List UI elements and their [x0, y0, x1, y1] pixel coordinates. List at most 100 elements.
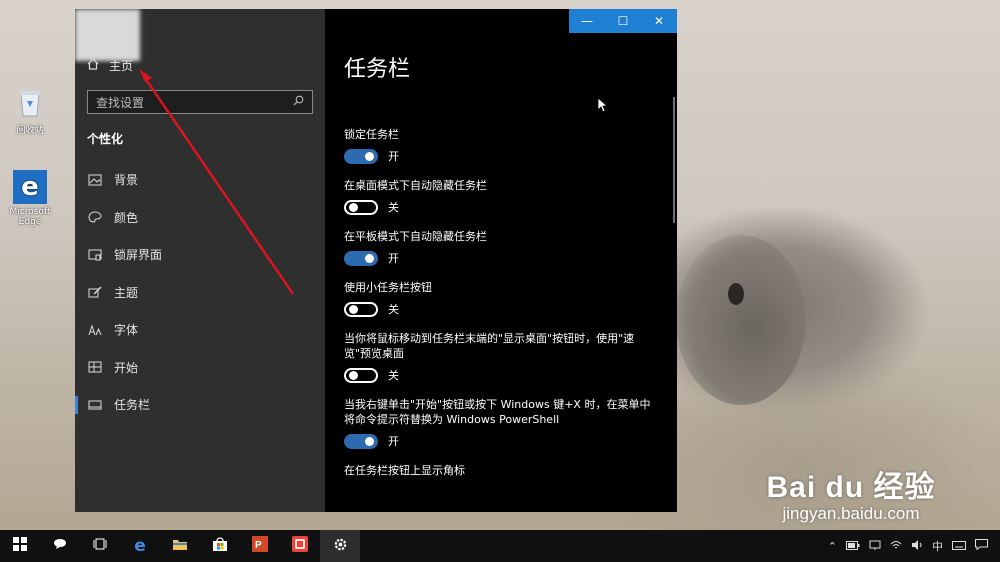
sidebar-item-lock-screen[interactable]: 锁屏界面 [75, 236, 325, 274]
setting-label: 在桌面模式下自动隐藏任务栏 [344, 179, 487, 192]
watermark-url: jingyan.baidu.com [782, 504, 920, 523]
autohide-tablet-toggle[interactable] [344, 250, 378, 266]
baidu-watermark: Bai du 经验 jingyan.baidu.com [756, 462, 946, 524]
desktop-icon-edge[interactable]: e Microsoft Edge [0, 170, 60, 227]
toggle-state-label: 关 [388, 303, 399, 316]
start-button[interactable] [0, 530, 40, 562]
store-bag-icon [212, 536, 228, 556]
battery-icon[interactable] [846, 540, 860, 553]
recycle-bin-icon [13, 86, 47, 120]
setting-small-buttons: 使用小任务栏按钮 关 [344, 280, 659, 317]
settings-sidebar: 主页 查找设置 个性化 背景 颜色 锁屏界面 主题 字体 开始 任务栏 [75, 9, 325, 512]
task-view-button[interactable] [80, 530, 120, 562]
keyboard-icon[interactable] [952, 540, 966, 553]
small-buttons-toggle[interactable] [344, 301, 378, 317]
edge-taskbar-button[interactable]: e [120, 530, 160, 562]
sidebar-item-label: 背景 [114, 173, 139, 188]
settings-content: — ☐ ✕ 任务栏 锁定任务栏 开 在桌面模式下自动隐藏任务栏 关 在平板模式下… [325, 9, 677, 512]
section-title: 个性化 [87, 132, 124, 146]
lock-taskbar-toggle[interactable] [344, 148, 378, 164]
peek-preview-toggle[interactable] [344, 367, 378, 383]
volume-icon[interactable] [911, 539, 923, 553]
cortana-icon [53, 537, 67, 555]
chevron-up-icon[interactable]: ⌃ [828, 540, 837, 553]
setting-label: 当我右键单击"开始"按钮或按下 Windows 键+X 时，在菜单中将命令提示符… [344, 398, 651, 426]
sidebar-item-label: 任务栏 [114, 398, 151, 413]
sidebar-item-label: 开始 [114, 360, 139, 375]
seal-eye [728, 283, 744, 305]
search-icon [293, 95, 304, 109]
home-icon [87, 58, 99, 73]
system-tray: ⌃ 中 [828, 530, 1000, 562]
setting-autohide-desktop: 在桌面模式下自动隐藏任务栏 关 [344, 178, 659, 215]
window-titlebar-buttons: — ☐ ✕ [569, 9, 677, 33]
setting-label: 锁定任务栏 [344, 128, 399, 141]
wifi-icon[interactable] [890, 540, 902, 553]
network-icon[interactable] [869, 540, 881, 553]
gear-icon [333, 537, 348, 556]
recorder-icon [292, 536, 308, 556]
sidebar-item-start[interactable]: 开始 [75, 349, 325, 387]
palette-icon [88, 211, 102, 223]
sidebar-item-fonts[interactable]: 字体 [75, 311, 325, 349]
close-button[interactable]: ✕ [641, 9, 677, 33]
sidebar-item-label: 主题 [114, 285, 139, 300]
sidebar-item-themes[interactable]: 主题 [75, 274, 325, 312]
settings-list: 锁定任务栏 开 在桌面模式下自动隐藏任务栏 关 在平板模式下自动隐藏任务栏 开 [344, 127, 659, 492]
autohide-desktop-toggle[interactable] [344, 199, 378, 215]
windows-logo-icon [13, 537, 27, 555]
search-input[interactable]: 查找设置 [87, 90, 313, 114]
desktop-icon-label: 回收站 [16, 126, 44, 136]
sidebar-item-label: 颜色 [114, 210, 139, 225]
ime-indicator[interactable]: 中 [932, 538, 943, 554]
task-view-icon [93, 537, 107, 555]
toggle-state-label: 开 [388, 150, 399, 163]
maximize-button[interactable]: ☐ [605, 9, 641, 33]
setting-peek-preview: 当你将鼠标移动到任务栏末端的"显示桌面"按钮时，使用"速览"预览桌面 关 [344, 331, 659, 383]
sidebar-item-colors[interactable]: 颜色 [75, 199, 325, 237]
notifications-icon[interactable] [975, 539, 988, 553]
minimize-button[interactable]: — [569, 9, 605, 33]
sidebar-item-background[interactable]: 背景 [75, 161, 325, 199]
seal-face [676, 235, 806, 405]
scrollbar[interactable] [673, 97, 675, 223]
powershell-replace-toggle[interactable] [344, 433, 378, 449]
file-explorer-button[interactable] [160, 530, 200, 562]
mouse-cursor [597, 97, 609, 117]
store-button[interactable] [200, 530, 240, 562]
folder-icon [172, 537, 188, 555]
font-icon [88, 324, 102, 336]
setting-label: 当你将鼠标移动到任务栏末端的"显示桌面"按钮时，使用"速览"预览桌面 [344, 332, 635, 360]
setting-autohide-tablet: 在平板模式下自动隐藏任务栏 开 [344, 229, 659, 266]
page-title: 任务栏 [344, 57, 411, 82]
setting-lock-taskbar: 锁定任务栏 开 [344, 127, 659, 164]
sidebar-item-label: 锁屏界面 [114, 248, 163, 263]
setting-show-badges: 在任务栏按钮上显示角标 [344, 463, 659, 478]
settings-taskbar-button[interactable] [320, 530, 360, 562]
watermark-brand: Bai du 经验 [766, 471, 936, 504]
blurred-region [75, 9, 140, 61]
powerpoint-button[interactable]: P [240, 530, 280, 562]
start-menu-icon [88, 361, 102, 373]
settings-window: 主页 查找设置 个性化 背景 颜色 锁屏界面 主题 字体 开始 任务栏 — ☐ … [75, 9, 677, 512]
setting-label: 使用小任务栏按钮 [344, 281, 432, 294]
toggle-state-label: 开 [388, 435, 399, 448]
taskbar-icon [88, 399, 102, 411]
picture-icon [88, 174, 102, 186]
cortana-button[interactable] [40, 530, 80, 562]
sidebar-nav: 背景 颜色 锁屏界面 主题 字体 开始 任务栏 [75, 161, 325, 424]
sidebar-item-taskbar[interactable]: 任务栏 [75, 386, 325, 424]
desktop-icon-recycle-bin[interactable]: 回收站 [0, 86, 60, 136]
desktop-icon-label: Microsoft Edge [9, 207, 51, 227]
search-placeholder: 查找设置 [96, 95, 145, 110]
lock-screen-icon [88, 249, 102, 261]
home-label: 主页 [109, 59, 134, 73]
toggle-state-label: 关 [388, 369, 399, 382]
toggle-state-label: 开 [388, 252, 399, 265]
home-nav[interactable]: 主页 [87, 57, 133, 74]
recorder-button[interactable] [280, 530, 320, 562]
edge-icon: e [134, 536, 146, 556]
taskbar: e P ⌃ 中 [0, 530, 1000, 562]
setting-label: 在平板模式下自动隐藏任务栏 [344, 230, 487, 243]
sidebar-item-label: 字体 [114, 323, 139, 338]
